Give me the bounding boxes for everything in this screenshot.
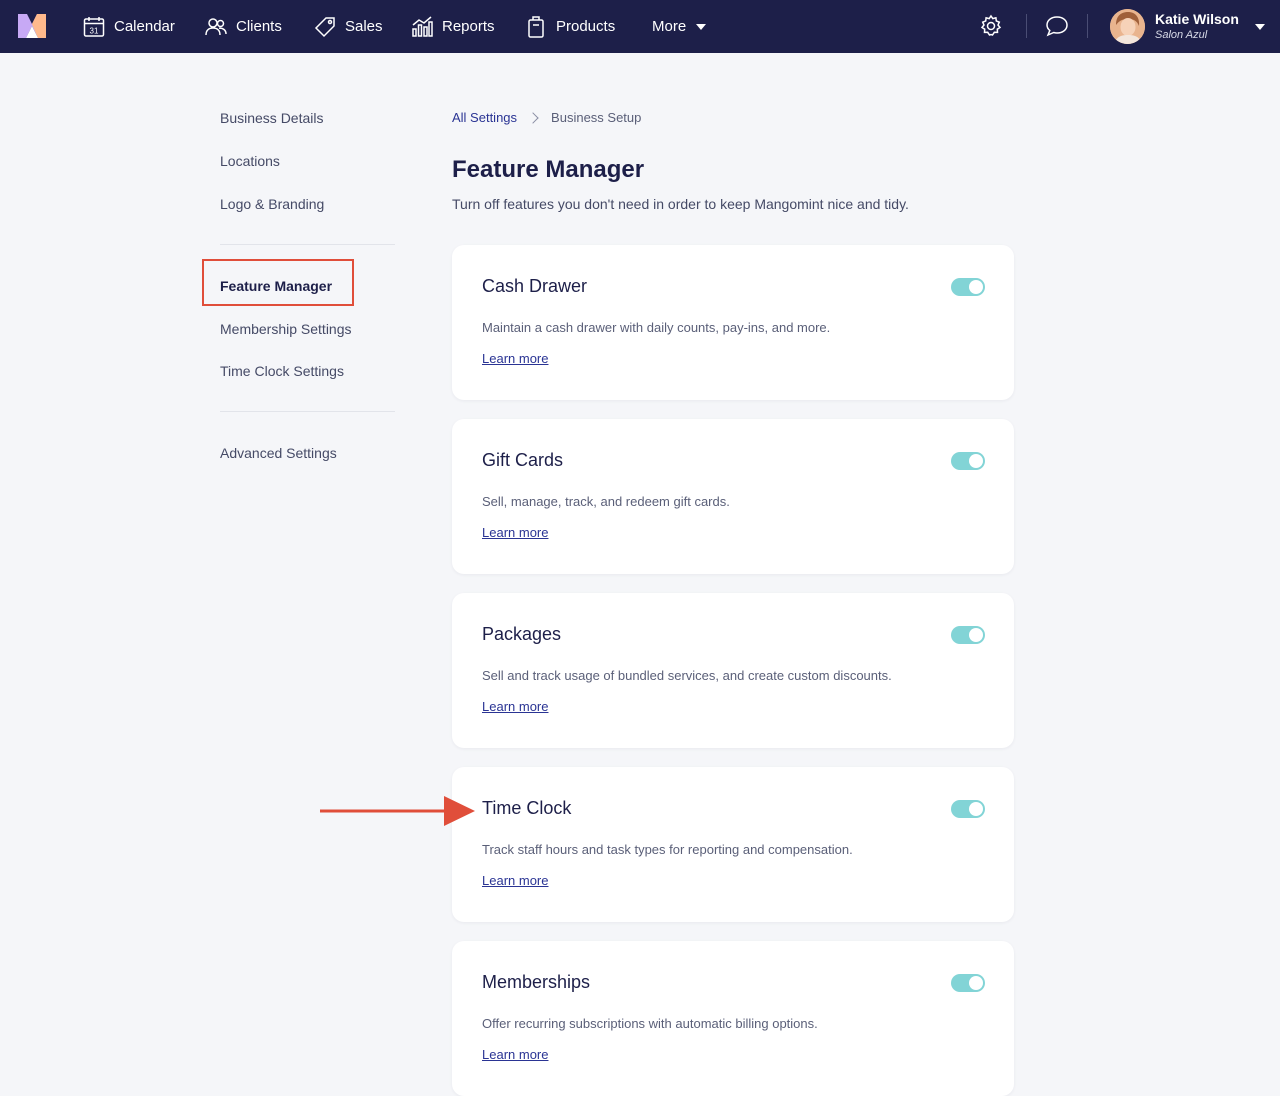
svg-text:31: 31: [90, 26, 99, 35]
gear-icon[interactable]: [979, 14, 1003, 38]
feature-title: Packages: [482, 624, 562, 644]
feature-description: Track staff hours and task types for rep…: [482, 842, 853, 857]
sidebar-divider: [220, 244, 395, 245]
sidebar-item-business-details[interactable]: Business Details: [220, 110, 324, 126]
chevron-down-icon: [1254, 23, 1265, 30]
feature-card-cash-drawer: Cash Drawer Maintain a cash drawer with …: [452, 245, 1014, 400]
nav-divider: [1026, 14, 1027, 38]
learn-more-link[interactable]: Learn more: [482, 351, 548, 366]
feature-toggle[interactable]: [951, 800, 985, 818]
sidebar-item-time-clock-settings[interactable]: Time Clock Settings: [220, 363, 344, 379]
feature-toggle[interactable]: [951, 974, 985, 992]
sidebar-divider: [220, 411, 395, 412]
nav-clients-label: Clients: [236, 18, 282, 35]
nav-clients[interactable]: Clients: [205, 0, 282, 53]
chart-icon: [412, 15, 433, 37]
learn-more-link[interactable]: Learn more: [482, 1047, 548, 1062]
sidebar-item-feature-manager[interactable]: Feature Manager: [220, 278, 332, 294]
learn-more-link[interactable]: Learn more: [482, 699, 548, 714]
page-title: Feature Manager: [452, 156, 645, 183]
chevron-down-icon: [696, 23, 707, 30]
tag-icon: [314, 16, 335, 37]
chevron-right-icon: [527, 111, 539, 124]
page-subtitle: Turn off features you don't need in orde…: [452, 196, 909, 212]
feature-card-gift-cards: Gift Cards Sell, manage, track, and rede…: [452, 419, 1014, 574]
feature-toggle[interactable]: [951, 452, 985, 470]
feature-description: Sell, manage, track, and redeem gift car…: [482, 494, 730, 509]
top-nav: 31 Calendar Clients Sales Reports Produc…: [0, 0, 1280, 53]
nav-sales[interactable]: Sales: [314, 0, 383, 53]
feature-title: Cash Drawer: [482, 276, 588, 296]
nav-more[interactable]: More: [652, 0, 707, 53]
nav-more-label: More: [652, 18, 687, 35]
mangomint-logo[interactable]: [18, 14, 46, 38]
breadcrumb: All Settings Business Setup: [452, 110, 641, 125]
feature-toggle[interactable]: [951, 278, 985, 296]
nav-sales-label: Sales: [345, 18, 383, 35]
feature-card-time-clock: Time Clock Track staff hours and task ty…: [452, 767, 1014, 922]
toggle-knob: [969, 454, 983, 468]
breadcrumb-all-settings[interactable]: All Settings: [452, 110, 517, 125]
toggle-knob: [969, 976, 983, 990]
sidebar-item-locations[interactable]: Locations: [220, 153, 280, 169]
feature-toggle[interactable]: [951, 626, 985, 644]
nav-products[interactable]: Products: [525, 0, 615, 53]
toggle-knob: [969, 628, 983, 642]
feature-description: Sell and track usage of bundled services…: [482, 668, 892, 683]
feature-description: Offer recurring subscriptions with autom…: [482, 1016, 818, 1031]
feature-title: Memberships: [482, 972, 591, 992]
feature-title: Gift Cards: [482, 450, 564, 470]
nav-reports[interactable]: Reports: [411, 0, 495, 53]
sidebar-item-advanced-settings[interactable]: Advanced Settings: [220, 445, 337, 461]
nav-products-label: Products: [556, 18, 616, 35]
toggle-knob: [969, 802, 983, 816]
user-name: Katie Wilson: [1155, 10, 1239, 27]
annotation-arrow-icon: [320, 796, 475, 826]
chat-icon[interactable]: [1045, 14, 1069, 38]
toggle-knob: [969, 280, 983, 294]
feature-title: Time Clock: [482, 798, 572, 818]
learn-more-link[interactable]: Learn more: [482, 873, 548, 888]
feature-card-packages: Packages Sell and track usage of bundled…: [452, 593, 1014, 748]
breadcrumb-current: Business Setup: [551, 110, 642, 125]
sidebar-item-membership-settings[interactable]: Membership Settings: [220, 321, 352, 337]
nav-calendar-label: Calendar: [114, 18, 175, 35]
user-menu[interactable]: Katie Wilson Salon Azul: [1110, 8, 1265, 45]
calendar-icon: 31: [83, 16, 105, 37]
learn-more-link[interactable]: Learn more: [482, 525, 548, 540]
nav-calendar[interactable]: 31 Calendar: [83, 0, 175, 53]
feature-card-memberships: Memberships Offer recurring subscription…: [452, 941, 1014, 1096]
sidebar-item-logo-branding[interactable]: Logo & Branding: [220, 196, 324, 212]
nav-reports-label: Reports: [442, 18, 495, 35]
feature-description: Maintain a cash drawer with daily counts…: [482, 320, 831, 335]
user-business: Salon Azul: [1155, 29, 1208, 42]
avatar: [1110, 9, 1145, 44]
clients-icon: [205, 17, 227, 35]
nav-divider: [1087, 14, 1088, 38]
box-icon: [528, 15, 544, 38]
